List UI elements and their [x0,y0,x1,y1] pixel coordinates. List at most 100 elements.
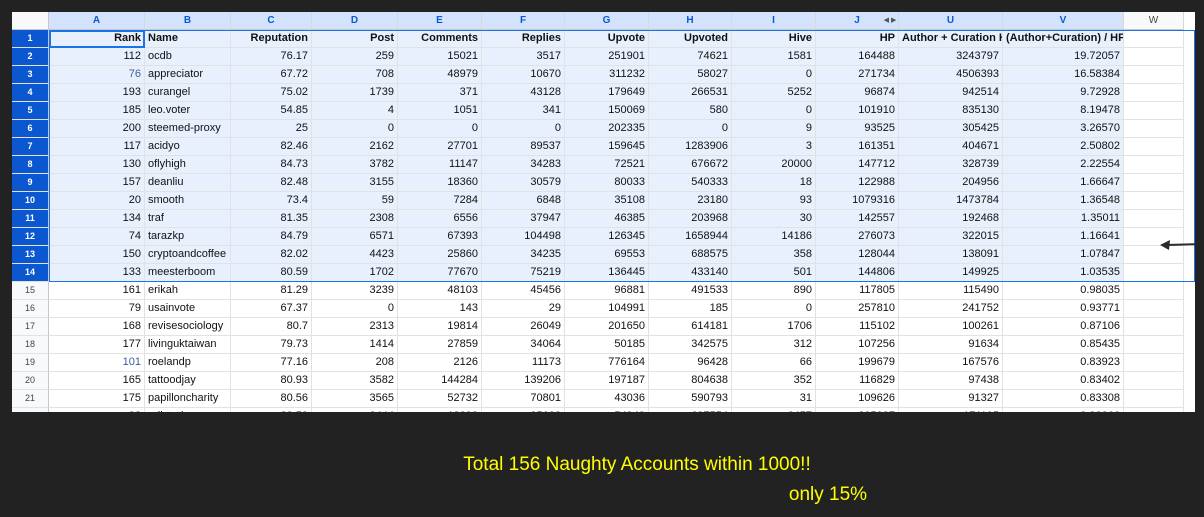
data-cell[interactable]: acidyo [145,138,231,156]
row-header-3[interactable]: 3 [12,66,49,84]
data-cell[interactable]: 31 [732,390,816,408]
row-header-1[interactable]: 1 [12,30,49,48]
data-cell[interactable]: 0.83308 [1003,390,1124,408]
data-cell[interactable] [1124,372,1184,390]
data-cell[interactable]: 133 [49,264,145,282]
data-cell[interactable]: 157 [49,174,145,192]
data-cell[interactable] [1124,120,1184,138]
data-cell[interactable]: 52732 [398,390,482,408]
data-cell[interactable]: 4506393 [899,66,1003,84]
data-cell[interactable]: 67.72 [231,66,312,84]
data-cell[interactable]: 136445 [565,264,649,282]
data-cell[interactable]: 271734 [816,66,899,84]
data-cell[interactable]: 1473784 [899,192,1003,210]
data-cell[interactable]: ocdb [145,48,231,66]
data-cell[interactable]: 433140 [649,264,732,282]
data-cell[interactable]: 197187 [565,372,649,390]
data-cell[interactable]: 8.19478 [1003,102,1124,120]
data-cell[interactable]: 80033 [565,174,649,192]
data-cell[interactable]: 82.46 [231,138,312,156]
data-cell[interactable] [1124,156,1184,174]
data-cell[interactable]: 0 [732,102,816,120]
data-cell[interactable]: 3243797 [899,48,1003,66]
data-cell[interactable]: 109626 [816,390,899,408]
data-cell[interactable]: 79 [49,300,145,318]
data-cell[interactable] [1124,300,1184,318]
data-cell[interactable]: 19.72057 [1003,48,1124,66]
data-cell[interactable]: 37947 [482,210,565,228]
data-cell[interactable]: 11147 [398,156,482,174]
data-cell[interactable]: 97438 [899,372,1003,390]
data-cell[interactable]: deanliu [145,174,231,192]
data-cell[interactable]: 43128 [482,84,565,102]
data-cell[interactable] [1124,390,1184,408]
header-cell[interactable]: HP [816,30,899,48]
data-cell[interactable]: 14186 [732,228,816,246]
header-cell[interactable]: Upvoted [649,30,732,48]
data-cell[interactable]: 77670 [398,264,482,282]
data-cell[interactable]: papilloncharity [145,390,231,408]
header-cell[interactable] [1124,30,1184,48]
data-cell[interactable]: 0.87106 [1003,318,1124,336]
data-cell[interactable]: edicted [145,408,231,412]
data-cell[interactable]: 84.79 [231,228,312,246]
data-cell[interactable]: 4 [312,102,398,120]
data-cell[interactable]: 708 [312,66,398,84]
column-header-c[interactable]: C [231,12,312,30]
data-cell[interactable]: 98 [49,408,145,412]
data-cell[interactable]: 358 [732,246,816,264]
data-cell[interactable]: 48103 [398,282,482,300]
data-cell[interactable]: 104498 [482,228,565,246]
data-cell[interactable]: 165 [49,372,145,390]
column-header-v[interactable]: V [1003,12,1124,30]
data-cell[interactable]: 54.85 [231,102,312,120]
data-cell[interactable]: 144806 [816,264,899,282]
data-cell[interactable] [1124,354,1184,372]
data-cell[interactable]: 305425 [899,120,1003,138]
data-cell[interactable]: 1.16641 [1003,228,1124,246]
data-cell[interactable]: 15021 [398,48,482,66]
data-cell[interactable]: revisesociology [145,318,231,336]
data-cell[interactable] [1124,318,1184,336]
data-cell[interactable]: 322015 [899,228,1003,246]
data-cell[interactable] [1124,408,1184,412]
data-cell[interactable]: 25 [231,120,312,138]
data-cell[interactable]: tarazkp [145,228,231,246]
data-cell[interactable]: 0.93771 [1003,300,1124,318]
row-header-14[interactable]: 14 [12,264,49,282]
data-cell[interactable]: 91634 [899,336,1003,354]
data-cell[interactable]: 3517 [482,48,565,66]
data-cell[interactable]: 35603 [482,408,565,412]
data-cell[interactable]: 2162 [312,138,398,156]
data-cell[interactable]: 804638 [649,372,732,390]
data-cell[interactable]: 59 [312,192,398,210]
data-cell[interactable]: 3582 [312,372,398,390]
column-header-a[interactable]: A [49,12,145,30]
data-cell[interactable]: 276073 [816,228,899,246]
data-cell[interactable]: 161 [49,282,145,300]
data-cell[interactable]: 115102 [816,318,899,336]
data-cell[interactable]: 13892 [398,408,482,412]
data-cell[interactable]: 89537 [482,138,565,156]
data-cell[interactable]: 29 [482,300,565,318]
data-cell[interactable]: 58027 [649,66,732,84]
data-cell[interactable]: 1739 [312,84,398,102]
data-cell[interactable]: 115490 [899,282,1003,300]
data-cell[interactable]: 171105 [899,408,1003,412]
data-cell[interactable]: 688575 [649,246,732,264]
column-header-w[interactable]: W [1124,12,1184,30]
row-header-7[interactable]: 7 [12,138,49,156]
data-cell[interactable]: 501 [732,264,816,282]
data-cell[interactable]: 34283 [482,156,565,174]
row-header-18[interactable]: 18 [12,336,49,354]
column-header-e[interactable]: E [398,12,482,30]
data-cell[interactable]: 3.26570 [1003,120,1124,138]
data-cell[interactable]: 45456 [482,282,565,300]
data-cell[interactable]: oflyhigh [145,156,231,174]
data-cell[interactable]: 614181 [649,318,732,336]
data-cell[interactable] [1124,84,1184,102]
data-cell[interactable]: 75219 [482,264,565,282]
data-cell[interactable]: 2308 [312,210,398,228]
row-header-21[interactable]: 21 [12,390,49,408]
data-cell[interactable]: 128044 [816,246,899,264]
